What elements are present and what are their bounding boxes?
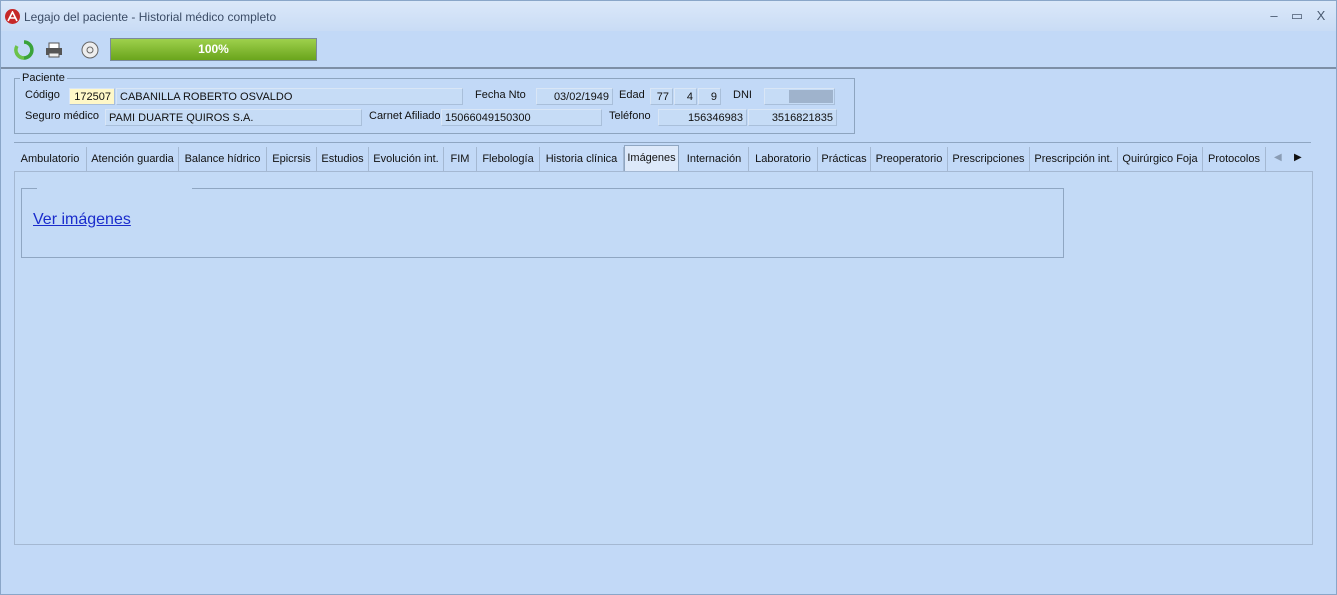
tab-scroll-right-icon[interactable]: ▶ [1294,152,1302,163]
maximize-button[interactable]: ▭ [1288,7,1306,25]
close-button[interactable]: X [1312,7,1330,25]
minimize-button[interactable]: – [1265,7,1283,25]
fecha-nto-label: Fecha Nto [475,89,526,101]
patient-name-field[interactable]: CABANILLA ROBERTO OSVALDO [116,88,463,105]
edad-label: Edad [619,89,645,101]
toolbar-divider [1,67,1336,69]
tab-estudios[interactable]: Estudios [317,147,369,171]
tab-ambulatorio[interactable]: Ambulatorio [14,147,87,171]
seguro-field[interactable]: PAMI DUARTE QUIROS S.A. [105,109,362,126]
fecha-nto-field[interactable]: 03/02/1949 [536,88,613,105]
carnet-label: Carnet Afiliado [369,110,441,122]
telefono-label: Teléfono [609,110,651,122]
ver-imagenes-link[interactable]: Ver imágenes [33,211,131,229]
tab-prescripciones[interactable]: Prescripciones [948,147,1030,171]
tab-epicrsis[interactable]: Epicrsis [267,147,317,171]
tab-evolucion-int[interactable]: Evolución int. [369,147,444,171]
edad-months-field[interactable]: 4 [674,88,697,105]
dni-redacted [789,90,833,103]
window-title: Legajo del paciente - Historial médico c… [24,10,277,24]
app-logo-icon [5,9,20,24]
dni-label: DNI [733,89,752,101]
tab-imagenes[interactable]: Imágenes [624,145,679,173]
tab-preoperatorio[interactable]: Preoperatorio [871,147,948,171]
edad-years-field[interactable]: 77 [650,88,673,105]
telefono2-field[interactable]: 3516821835 [748,109,837,126]
app-window: Legajo del paciente - Historial médico c… [0,0,1337,595]
tab-scroll-left-icon[interactable]: ◀ [1274,152,1282,163]
tab-balance-hidrico[interactable]: Balance hídrico [179,147,267,171]
tab-practicas[interactable]: Prácticas [818,147,871,171]
tab-atencion-guardia[interactable]: Atención guardia [87,147,179,171]
carnet-field[interactable]: 15066049150300 [441,109,602,126]
images-groupbox [21,188,1064,258]
tab-prescripcion-int[interactable]: Prescripción int. [1030,147,1118,171]
tab-fim[interactable]: FIM [444,147,477,171]
tab-laboratorio[interactable]: Laboratorio [749,147,818,171]
title-bar: Legajo del paciente - Historial médico c… [1,1,1336,31]
tab-strip: Ambulatorio Atención guardia Balance híd… [14,142,1311,173]
progress-bar: 100% [110,38,317,61]
seguro-label: Seguro médico [25,110,99,122]
tab-protocolos[interactable]: Protocolos [1203,147,1266,171]
groupbox-caption-gap [37,185,192,190]
codigo-label: Código [25,89,60,101]
tab-quirurgico-foja[interactable]: Quirúrgico Foja [1118,147,1203,171]
telefono1-field[interactable]: 156346983 [658,109,747,126]
codigo-field[interactable]: 172507 [69,88,115,105]
options-icon[interactable] [79,39,101,61]
tab-historia-clinica[interactable]: Historia clínica [540,147,624,171]
progress-label: 100% [198,42,229,56]
patient-legend: Paciente [20,72,67,84]
refresh-icon[interactable] [13,39,35,61]
tab-internacion[interactable]: Internación [680,147,749,171]
edad-days-field[interactable]: 9 [698,88,721,105]
tab-flebologia[interactable]: Flebología [477,147,540,171]
printer-icon[interactable] [43,39,65,61]
